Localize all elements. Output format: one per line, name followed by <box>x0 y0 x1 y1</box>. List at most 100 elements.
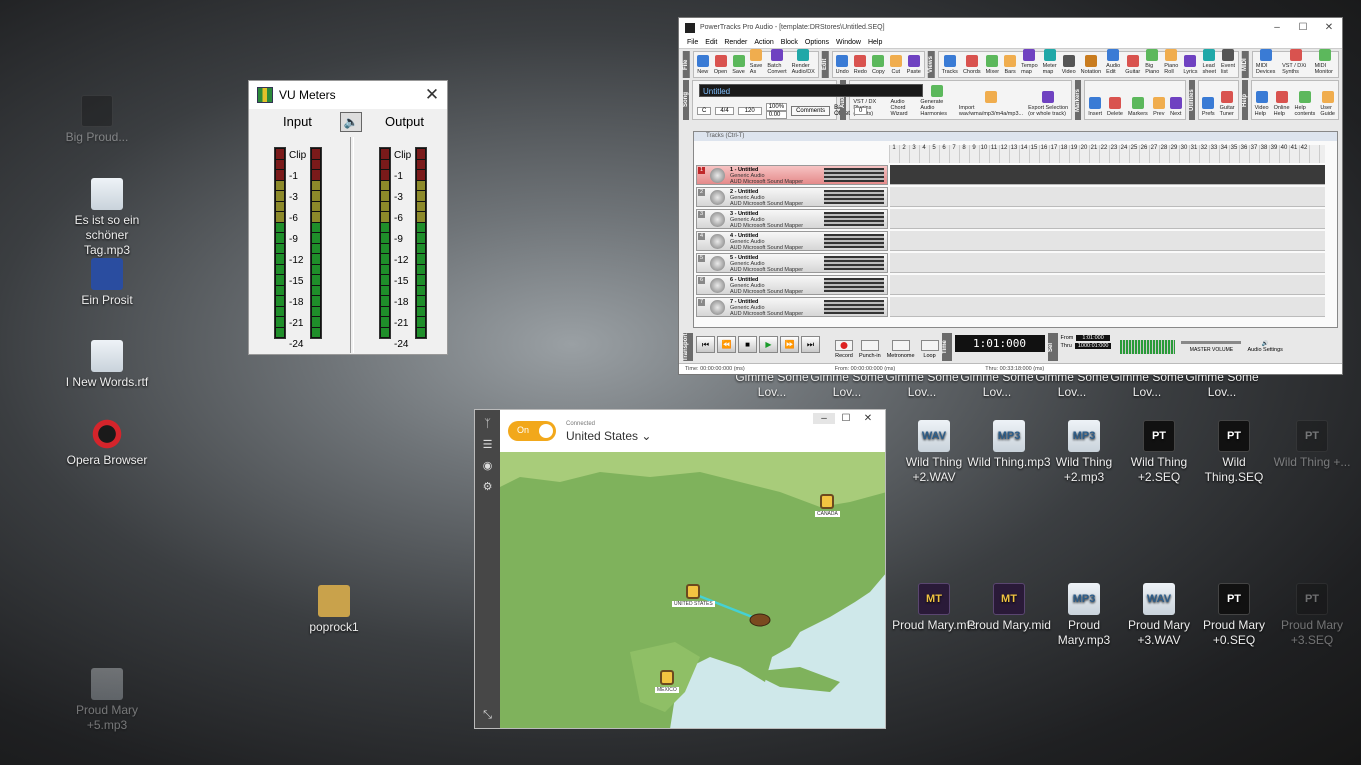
menu-edit[interactable]: Edit <box>705 39 717 46</box>
gear-icon[interactable]: ⚙ <box>475 480 500 493</box>
help-button[interactable]: Online Help <box>1274 91 1290 117</box>
desktop-icon[interactable]: MT Proud Mary.mts <box>892 583 976 633</box>
toolbar_views-button[interactable]: Mixer <box>986 55 999 75</box>
track-knob[interactable] <box>710 256 725 271</box>
desktop-icon[interactable]: I New Words.rtf <box>65 340 149 390</box>
menu-help[interactable]: Help <box>868 39 882 46</box>
menu-options[interactable]: Options <box>805 39 829 46</box>
toolbar_views-button[interactable]: Notation <box>1081 55 1101 75</box>
track-header[interactable]: 33 - Untitled Generic Audio AUD Microsoft … <box>696 209 888 229</box>
track-lane[interactable] <box>890 297 1325 317</box>
track-header[interactable]: 44 - Untitled Generic Audio AUD Microsoft … <box>696 231 888 251</box>
globe-icon[interactable]: ◉ <box>475 459 500 472</box>
speaker-mute-button[interactable]: 🔈 <box>340 112 362 132</box>
audio_tools-button[interactable]: Generate Audio Harmonies <box>920 85 954 117</box>
toolbar_edit-button[interactable]: Undo <box>836 55 849 75</box>
track-header[interactable]: 22 - Untitled Generic Audio AUD Microsoft … <box>696 187 888 207</box>
track-header[interactable]: 55 - Untitled Generic Audio AUD Microsoft … <box>696 253 888 273</box>
track-knob[interactable] <box>710 212 725 227</box>
vu-titlebar[interactable]: VU Meters ✕ <box>249 81 447 109</box>
desktop-icon[interactable]: WAV Proud Mary +3.WAV <box>1117 583 1201 648</box>
toolbar_midi-button[interactable]: VST / DXi Synths <box>1282 49 1310 75</box>
menu-file[interactable]: File <box>687 39 698 46</box>
markers-button[interactable]: Markers <box>1128 97 1148 117</box>
master-volume-slider[interactable] <box>1181 341 1242 344</box>
desktop-icon[interactable]: PT Wild Thing +2.SEQ <box>1117 420 1201 485</box>
tempo-field[interactable]: 120 <box>737 107 762 115</box>
desktop-icon[interactable]: Opera Browser <box>65 418 149 468</box>
track-lane[interactable] <box>890 275 1325 295</box>
desktop-icon[interactable]: MP3 Wild Thing.mp3 <box>967 420 1051 470</box>
country-select[interactable]: United States ⌄ <box>566 429 651 443</box>
server-pin-canada[interactable]: CANADA <box>815 494 840 517</box>
close-icon[interactable]: ✕ <box>417 85 447 105</box>
toolbar_edit-button[interactable]: Paste <box>907 55 921 75</box>
help-button[interactable]: Video Help <box>1255 91 1269 117</box>
toolbar_views-button[interactable]: Audio Edit <box>1106 49 1120 75</box>
collapse-icon[interactable]: ⤡ <box>475 709 500 722</box>
markers-button[interactable]: Delete <box>1107 97 1123 117</box>
tap-pct-field[interactable]: 100% <box>765 103 788 111</box>
menu-window[interactable]: Window <box>836 39 861 46</box>
utilities-button[interactable]: Prefs <box>1202 97 1215 117</box>
bar-offset-field[interactable]: 0 <box>853 107 868 115</box>
toolbar_edit-button[interactable]: Cut <box>889 55 902 75</box>
desktop-icon[interactable]: PT Proud Mary +0.SEQ <box>1192 583 1276 648</box>
transport-control[interactable]: Loop <box>920 340 939 359</box>
skip-end-button[interactable]: ⏭ <box>801 336 820 353</box>
help-button[interactable]: User Guide <box>1320 91 1335 117</box>
from-field[interactable]: 1:01:000 <box>1076 335 1110 341</box>
track-lane[interactable] <box>890 231 1325 251</box>
menu-block[interactable]: Block <box>781 39 798 46</box>
server-pin-united-states[interactable]: UNITED STATES <box>672 584 715 607</box>
toolbar_file-button[interactable]: Render Audio/DX <box>792 49 815 75</box>
vpn-toggle[interactable]: On <box>508 421 556 441</box>
toolbar_edit-button[interactable]: Redo <box>854 55 867 75</box>
transport-control[interactable]: Record <box>835 340 853 359</box>
minimize-icon[interactable]: – <box>1264 22 1290 33</box>
desktop-icon[interactable]: MP3 Wild Thing +2.mp3 <box>1042 420 1126 485</box>
track-knob[interactable] <box>710 234 725 249</box>
comments-button[interactable]: Comments <box>791 106 831 116</box>
toolbar_file-button[interactable]: Save <box>732 55 745 75</box>
toolbar_edit-button[interactable]: Copy <box>872 55 885 75</box>
toolbar_views-button[interactable]: Lead sheet <box>1203 49 1216 75</box>
track-knob[interactable] <box>710 278 725 293</box>
desktop-icon[interactable]: Proud Mary +5.mp3 <box>65 668 149 733</box>
toolbar_views-button[interactable]: Chords <box>963 55 981 75</box>
toolbar_views-button[interactable]: Bars <box>1004 55 1017 75</box>
track-knob[interactable] <box>710 190 725 205</box>
audio-settings-button[interactable]: 🔊 Audio Settings <box>1247 341 1282 353</box>
track-header[interactable]: 77 - Untitled Generic Audio AUD Microsoft … <box>696 297 888 317</box>
utilities-button[interactable]: Guitar Tuner <box>1220 91 1235 117</box>
track-header[interactable]: 11 - Untitled Generic Audio AUD Microsoft … <box>696 165 888 185</box>
menu-action[interactable]: Action <box>754 39 773 46</box>
server-pin-mexico[interactable]: MEXICO <box>655 670 679 693</box>
toolbar_views-button[interactable]: Guitar <box>1125 55 1140 75</box>
help-button[interactable]: Help contents <box>1295 91 1315 117</box>
transport-control[interactable]: Metronome <box>887 340 915 359</box>
close-icon[interactable]: ✕ <box>857 413 879 424</box>
toolbar_midi-button[interactable]: MIDI Devices <box>1256 49 1277 75</box>
track-header[interactable]: 66 - Untitled Generic Audio AUD Microsoft … <box>696 275 888 295</box>
transport-control[interactable]: Punch-in <box>859 340 881 359</box>
toolbar_views-button[interactable]: Tracks <box>942 55 958 75</box>
toolbar_file-button[interactable]: Batch Convert <box>767 49 787 75</box>
stop-button[interactable]: ■ <box>738 336 757 353</box>
desktop-icon[interactable]: poprock1 <box>292 585 376 635</box>
track-knob[interactable] <box>710 168 725 183</box>
desktop-icon[interactable]: PT Wild Thing +... <box>1270 420 1354 470</box>
toolbar_views-button[interactable]: Meter map <box>1043 49 1057 75</box>
toolbar_views-button[interactable]: Video <box>1062 55 1076 75</box>
markers-button[interactable]: Next <box>1169 97 1182 117</box>
key-field[interactable]: C <box>697 107 712 115</box>
tap-value-field[interactable]: 0.00 <box>765 111 788 119</box>
track-lane[interactable] <box>890 187 1325 207</box>
toolbar_views-button[interactable]: Tempo map <box>1021 49 1038 75</box>
pt-titlebar[interactable]: PowerTracks Pro Audio - [template:DRStor… <box>679 18 1342 37</box>
thru-field[interactable]: 1000:01:000 <box>1074 343 1112 349</box>
desktop-icon[interactable]: Ein Prosit <box>65 258 149 308</box>
track-knob[interactable] <box>710 300 725 315</box>
desktop-icon[interactable]: WAV Wild Thing +2.WAV <box>892 420 976 485</box>
desktop-icon[interactable]: Es ist so ein schöner Tag.mp3 <box>65 178 149 258</box>
